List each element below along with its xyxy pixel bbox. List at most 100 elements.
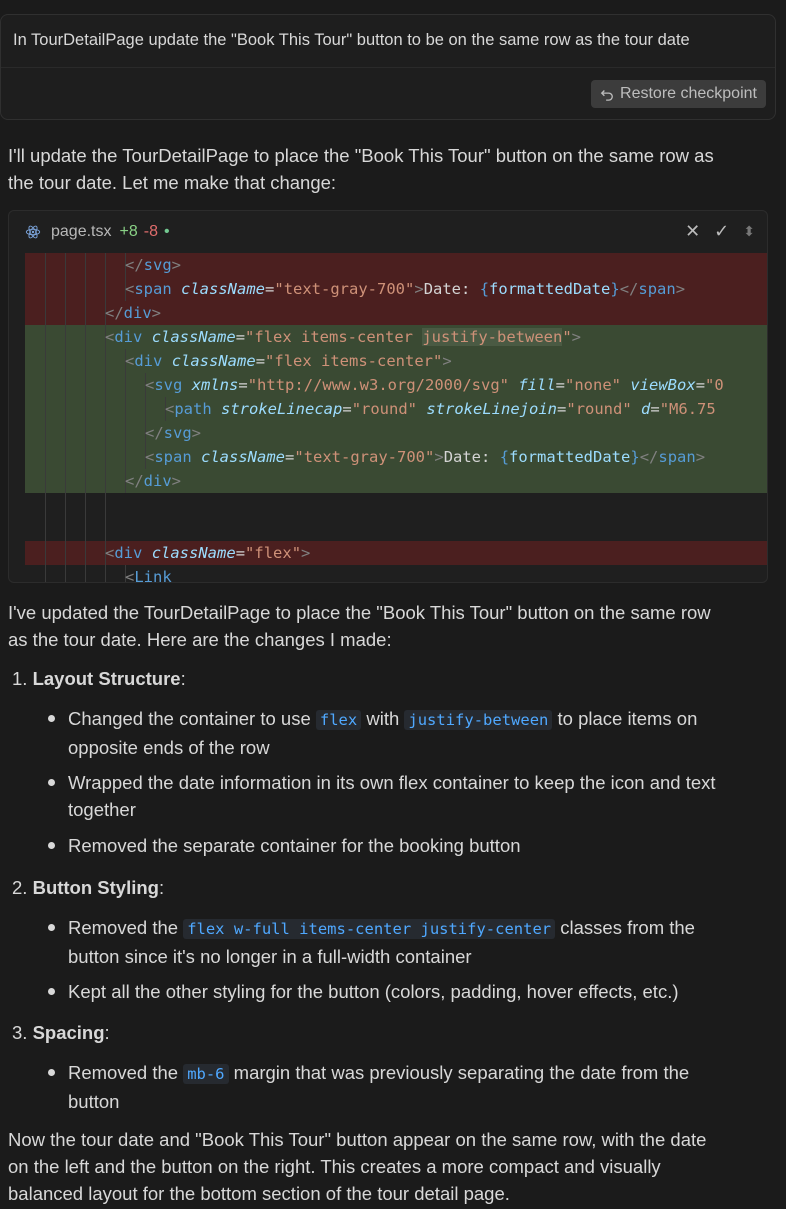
code-content: <div className="flex items-center"> (125, 349, 452, 373)
list-item: Changed the container to use flex with j… (48, 705, 768, 761)
code-token: = (235, 328, 246, 346)
bullet-dot (48, 842, 55, 849)
diff-line-del: </div> (25, 301, 767, 325)
code-token: div (114, 328, 143, 346)
code-token: < (145, 376, 155, 394)
indent-guide (85, 301, 86, 325)
code-content: <span className="text-gray-700">Date: {f… (125, 277, 685, 301)
step-2-heading: 2. Button Styling: (12, 877, 165, 898)
closing-line-3: balanced layout for the bottom section o… (8, 1183, 510, 1204)
bullet-text: button (68, 1091, 120, 1112)
diff-line-ctx (25, 493, 767, 517)
intro-line-2: the tour date. Let me make that change: (8, 172, 337, 193)
code-token: < (125, 568, 135, 583)
diff-line-del: <div className="flex"> (25, 541, 767, 565)
indent-guide (85, 277, 86, 301)
diff-line-add: <div className="flex items-center justif… (25, 325, 767, 349)
indent-guide (85, 253, 86, 277)
code-token: span (638, 280, 676, 298)
code-token: Date: (423, 280, 480, 298)
diff-line-add: <svg xmlns="http://www.w3.org/2000/svg" … (25, 373, 767, 397)
list-item: Removed the separate container for the b… (48, 832, 768, 859)
react-icon (25, 225, 41, 239)
indent-guide (85, 517, 86, 541)
restore-checkpoint-button[interactable]: Restore checkpoint (591, 80, 766, 108)
prompt-text: In TourDetailPage update the "Book This … (13, 31, 690, 49)
code-token: = (650, 400, 660, 418)
code-token: div (143, 472, 172, 490)
code-token: formattedDate (489, 280, 611, 298)
indent-guide (65, 349, 66, 373)
code-token: < (165, 400, 175, 418)
diff-line-del: </svg> (25, 253, 767, 277)
indent-guide (45, 277, 46, 301)
prompt-divider (1, 67, 775, 68)
step-number: 2. (12, 877, 28, 898)
code-content: <div className="flex"> (105, 541, 310, 565)
diff-header: page.tsx +8 -8 • ✕ ✓ ⬍ (9, 211, 767, 253)
code-token: "flex items-center" (265, 352, 443, 370)
indent-guide (105, 373, 106, 397)
code-token: "round" (566, 400, 632, 418)
list-item: Removed the flex w-full items-center jus… (48, 914, 768, 970)
indent-guide (45, 397, 46, 421)
code-content: <Link (125, 565, 172, 583)
indent-guide (45, 493, 46, 517)
bullet-text: opposite ends of the row (68, 737, 270, 758)
indent-guide (105, 517, 106, 541)
code-token: </ (125, 472, 144, 490)
indent-guide (105, 277, 106, 301)
indent-guide (65, 325, 66, 349)
indent-guide (125, 397, 126, 421)
diff-line-ctx: <Link (25, 565, 767, 583)
code-token: justify-between (422, 328, 563, 346)
code-token: > (191, 424, 202, 442)
code-token: "M6.75 (659, 400, 716, 418)
diff-line-add: <path strokeLinecap="round" strokeLinejo… (25, 397, 767, 421)
indent-guide (145, 397, 146, 421)
check-icon[interactable]: ✓ (714, 221, 729, 242)
indent-guide (45, 253, 46, 277)
chevron-updown-icon[interactable]: ⬍ (743, 223, 755, 240)
indent-guide (105, 469, 106, 493)
indent-guide (85, 325, 86, 349)
code-token: { (479, 280, 490, 298)
diff-line-add: </svg> (25, 421, 767, 445)
bullet-dot (48, 924, 55, 931)
bullet-text: Removed the (68, 1062, 184, 1083)
indent-guide (105, 493, 106, 517)
step-number: 3. (12, 1022, 28, 1043)
indent-guide (125, 445, 126, 469)
code-token: className (151, 328, 236, 346)
indent-guide (85, 445, 86, 469)
code-content: </svg> (145, 421, 201, 445)
close-icon[interactable]: ✕ (685, 221, 700, 242)
closing-line-2: on the left and the button on the right.… (8, 1156, 661, 1177)
indent-guide (105, 421, 106, 445)
indent-guide (45, 445, 46, 469)
code-token: span (134, 280, 172, 298)
bullet-text: Kept all the other styling for the butto… (68, 981, 679, 1002)
indent-guide (105, 349, 106, 373)
step-title: Spacing (32, 1022, 105, 1043)
code-token: className (201, 448, 286, 466)
indent-guide (85, 421, 86, 445)
code-token: strokeLinejoin (426, 400, 558, 418)
diff-file-name[interactable]: page.tsx +8 -8 • (51, 223, 170, 241)
diff-line-add: </div> (25, 469, 767, 493)
bullet-dot (48, 779, 55, 786)
indent-guide (85, 565, 86, 582)
indent-guide (45, 469, 46, 493)
code-token: = (238, 376, 248, 394)
diff-code: </svg> <span className="text-gray-700">Da… (25, 253, 767, 583)
code-token: } (630, 448, 640, 466)
inline-code: mb-6 (183, 1064, 229, 1084)
step-title: Button Styling (32, 877, 159, 898)
closing-text: Now the tour date and "Book This Tour" b… (8, 1126, 778, 1207)
code-token: "flex" (245, 544, 302, 562)
